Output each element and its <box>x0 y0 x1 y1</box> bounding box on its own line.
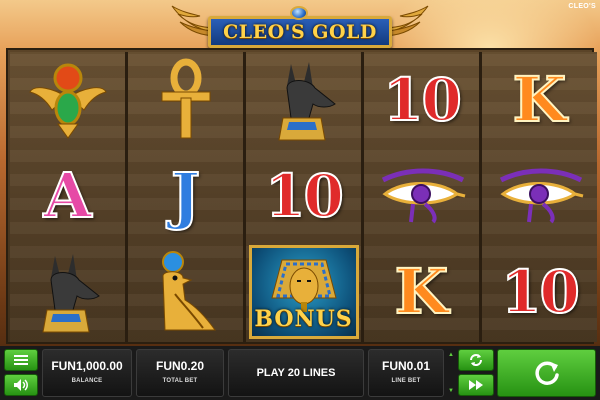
title-orb-icon <box>290 6 308 20</box>
reel-symbol-letter: K <box>364 244 479 340</box>
game-title-banner: CLEO'S GOLD <box>170 0 430 52</box>
balance-label: BALANCE <box>71 378 103 384</box>
reel-symbol-letter: K <box>482 52 597 148</box>
bonus-symbol: BONUS <box>246 244 361 340</box>
eye-of-horus-icon <box>499 168 583 224</box>
menu-icon <box>14 355 28 365</box>
total-bet-panel: FUN0.20 TOTAL BET <box>136 349 224 397</box>
symbol-k: K <box>394 255 450 328</box>
symbol-k: K <box>512 63 568 136</box>
anubis-icon <box>277 62 336 141</box>
anubis-icon <box>41 254 100 333</box>
symbol-a: A <box>42 159 92 232</box>
autoplay-icon <box>470 354 482 366</box>
symbol-10: 10 <box>382 65 463 135</box>
total-bet-label: TOTAL BET <box>162 378 198 384</box>
reel-symbol-ten: 10 <box>482 244 597 340</box>
line-bet-stepper[interactable]: ▲ ▼ <box>446 349 456 397</box>
line-bet-panel[interactable]: FUN0.01 LINE BET <box>368 349 444 397</box>
reel-symbol-ten: 10 <box>246 148 361 244</box>
reel-symbol-letter: A <box>10 148 125 244</box>
scarab-icon <box>28 63 107 139</box>
ankh-symbol <box>128 52 243 148</box>
reel-symbol-letter: J <box>128 148 243 244</box>
game-title: CLEO'S GOLD <box>223 21 377 43</box>
anubis-symbol <box>246 52 361 148</box>
symbol-10: 10 <box>264 161 345 231</box>
balance-panel: FUN1,000.00 BALANCE <box>42 349 132 397</box>
symbol-j: J <box>170 159 201 232</box>
symbol-10: 10 <box>500 257 581 327</box>
line-bet-label: LINE BET <box>391 378 421 384</box>
line-bet-value: FUN0.01 <box>381 359 431 373</box>
ankh-icon <box>161 58 210 139</box>
autoplay-button[interactable] <box>458 349 494 371</box>
brand-label: CLEO'S <box>568 3 596 10</box>
chevron-up-icon[interactable]: ▲ <box>448 352 454 358</box>
falcon-icon <box>161 251 216 331</box>
eye-of-horus-symbol <box>482 148 597 244</box>
eye-of-horus-symbol <box>364 148 479 244</box>
total-bet-value: FUN0.20 <box>155 359 205 373</box>
control-bar: FUN1,000.00 BALANCE FUN0.20 TOTAL BET PL… <box>0 346 600 400</box>
menu-button[interactable] <box>4 349 38 371</box>
reel-area: A J 10 BONUS 10 K K 10 <box>6 48 597 344</box>
sound-icon <box>14 379 28 391</box>
bonus-label: BONUS <box>254 306 353 332</box>
title-plate: CLEO'S GOLD <box>208 16 392 48</box>
spin-icon <box>534 361 559 385</box>
spin-button[interactable] <box>497 349 596 397</box>
anubis-symbol <box>10 244 125 340</box>
sound-button[interactable] <box>4 374 38 396</box>
falcon-symbol <box>128 244 243 340</box>
fast-forward-button[interactable] <box>458 374 494 396</box>
balance-value: FUN1,000.00 <box>51 359 123 373</box>
reel-symbol-ten: 10 <box>364 52 479 148</box>
fast-forward-icon <box>469 380 483 390</box>
bonus-tile: BONUS <box>248 245 359 339</box>
play-lines-button[interactable]: PLAY 20 LINES <box>228 349 364 397</box>
chevron-down-icon[interactable]: ▼ <box>448 388 454 394</box>
scarab-symbol <box>10 52 125 148</box>
eye-of-horus-icon <box>381 168 465 224</box>
